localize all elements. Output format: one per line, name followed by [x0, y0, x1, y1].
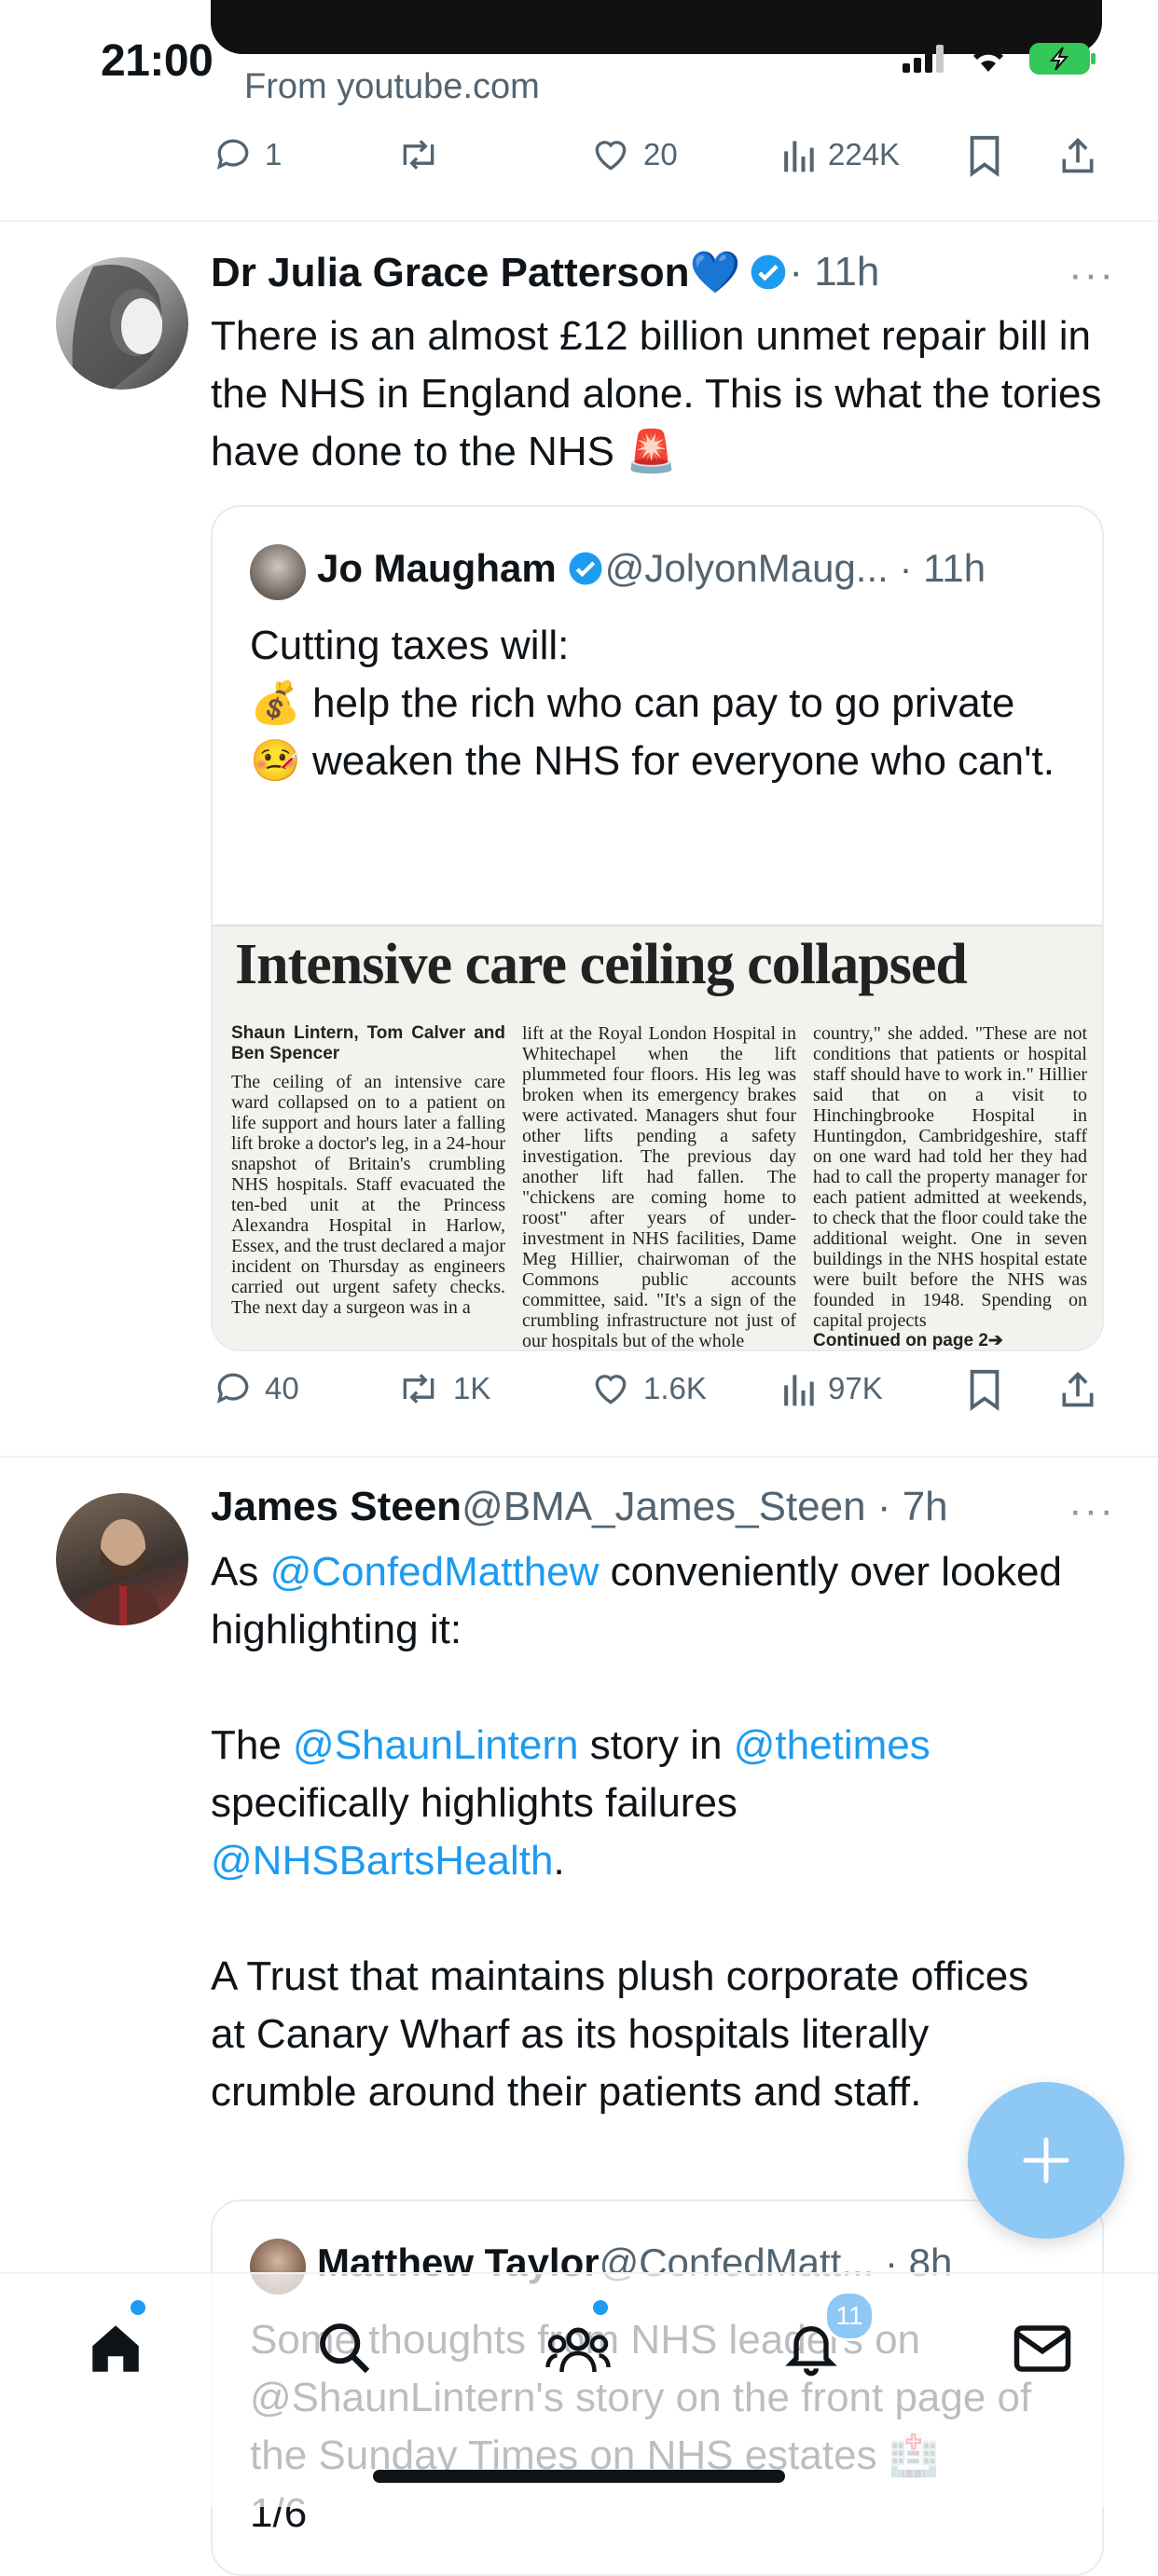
- wifi-icon: [968, 44, 1009, 72]
- tweet-text: The @ShaunLintern story in @thetimes spe…: [211, 1717, 1050, 1890]
- verified-icon: [569, 552, 602, 585]
- like-count: 20: [643, 137, 678, 171]
- share-icon: [1062, 1371, 1094, 1407]
- tab-communities[interactable]: [541, 2311, 615, 2386]
- retweet-count: 1K: [453, 1371, 491, 1405]
- reply-count: 40: [265, 1371, 299, 1405]
- bookmark-icon: [970, 1369, 999, 1411]
- home-indicator: [373, 2470, 785, 2483]
- like-button[interactable]: 1.6K: [589, 1368, 707, 1409]
- tweet-text: As @ConfedMatthew conveniently over look…: [211, 1543, 1068, 1659]
- mention-link[interactable]: @ShaunLintern: [293, 1722, 578, 1768]
- newspaper-headline: Intensive care ceiling collapsed: [235, 933, 968, 996]
- bookmark-icon: [970, 135, 999, 177]
- author-name[interactable]: James Steen: [211, 1484, 462, 1530]
- reply-icon: [216, 1373, 249, 1404]
- views-count: 224K: [828, 137, 901, 171]
- bookmark-button[interactable]: [966, 1368, 1003, 1411]
- search-icon: [320, 2323, 370, 2374]
- newspaper-columns: Shaun Lintern, Tom Calver and Ben Spence…: [231, 1023, 1087, 1351]
- tweet-text: A Trust that maintains plush corporate o…: [211, 1953, 1041, 2115]
- tab-search[interactable]: [308, 2311, 382, 2386]
- avatar-portrait: [82, 1519, 164, 1625]
- views-icon: [784, 141, 814, 172]
- mention-link[interactable]: @NHSBartsHealth: [211, 1838, 553, 1884]
- tweet-text: There is an almost £12 billion unmet rep…: [211, 313, 1113, 474]
- retweet-button[interactable]: [395, 134, 453, 175]
- newspaper-continued: Continued on page 2➔: [813, 1331, 1003, 1350]
- quote-header: Jo Maugham @JolyonMaug... · 11h: [317, 546, 986, 591]
- quote-tweet[interactable]: Jo Maugham @JolyonMaug... · 11h Cutting …: [211, 505, 1104, 1351]
- text-segment: .: [553, 1838, 565, 1884]
- signal-icon: [903, 45, 944, 73]
- reply-button[interactable]: 1: [213, 134, 282, 175]
- reply-icon: [216, 139, 249, 170]
- tab-home[interactable]: [78, 2311, 153, 2386]
- tweet-time: · 11h: [789, 249, 880, 295]
- avatar[interactable]: [56, 1493, 188, 1625]
- newspaper-image[interactable]: Intensive care ceiling collapsed Shaun L…: [213, 925, 1102, 1351]
- share-icon: [1062, 137, 1094, 173]
- like-icon: [595, 141, 627, 171]
- more-icon[interactable]: ···: [1068, 1487, 1115, 1534]
- tweet-divider: [0, 220, 1158, 222]
- retweet-button[interactable]: 1K: [395, 1368, 490, 1409]
- battery-icon: [1029, 43, 1096, 75]
- views-button[interactable]: 224K: [779, 134, 900, 175]
- like-icon: [595, 1375, 627, 1404]
- views-count: 97K: [828, 1371, 883, 1405]
- reply-count: 1: [265, 137, 283, 171]
- quote-handle-time: @JolyonMaug... · 11h: [604, 546, 986, 590]
- unread-dot: [593, 2300, 608, 2315]
- more-icon[interactable]: ···: [1068, 252, 1115, 298]
- tweet-header: James Steen @BMA_James_Steen · 7h: [211, 1484, 948, 1530]
- avatar-portrait: [72, 265, 162, 390]
- unread-dot: [131, 2300, 145, 2315]
- messages-icon: [1013, 2325, 1071, 2372]
- retweet-icon: [403, 1374, 434, 1404]
- newspaper-byline: Shaun Lintern, Tom Calver and Ben Spence…: [231, 1023, 505, 1063]
- retweet-icon: [403, 140, 434, 170]
- newspaper-text: country," she added. "These are not cond…: [813, 1023, 1087, 1331]
- tweet-actions: 1 20 224K: [213, 134, 1108, 190]
- newspaper-text: lift at the Royal London Hospital in Whi…: [522, 1023, 796, 1351]
- avatar[interactable]: [56, 257, 188, 390]
- like-button[interactable]: 20: [589, 134, 678, 175]
- tweet-actions: 40 1K 1.6K 97K: [213, 1368, 1108, 1424]
- notifications-badge: 11: [824, 2291, 875, 2341]
- compose-icon: [1023, 2137, 1069, 2184]
- tweet-divider: [0, 1456, 1158, 1458]
- avatar: [250, 544, 306, 600]
- author-name[interactable]: Dr Julia Grace Patterson💙: [211, 248, 740, 296]
- link-source[interactable]: From youtube.com: [244, 67, 540, 107]
- status-icons: [903, 43, 1096, 75]
- tab-messages[interactable]: [1005, 2311, 1080, 2386]
- quote-text: Cutting taxes will: 💰 help the rich who …: [250, 623, 1055, 784]
- compose-button[interactable]: [968, 2082, 1124, 2239]
- newspaper-column: Shaun Lintern, Tom Calver and Ben Spence…: [231, 1023, 505, 1350]
- text-segment: story in: [578, 1722, 734, 1768]
- share-button[interactable]: [1057, 134, 1098, 177]
- views-icon: [784, 1375, 814, 1406]
- verified-icon: [751, 254, 786, 290]
- status-time: 21:00: [101, 36, 214, 86]
- tweet-header: Dr Julia Grace Patterson💙 · 11h: [211, 248, 879, 296]
- home-icon: [92, 2325, 139, 2372]
- mention-link[interactable]: @ConfedMatthew: [270, 1549, 600, 1595]
- newspaper-column: lift at the Royal London Hospital in Whi…: [522, 1023, 796, 1351]
- newspaper-text: The ceiling of an intensive care ward co…: [231, 1072, 505, 1318]
- like-count: 1.6K: [643, 1371, 707, 1405]
- bookmark-button[interactable]: [966, 134, 1003, 177]
- author-handle-time: @BMA_James_Steen · 7h: [462, 1484, 948, 1529]
- views-button[interactable]: 97K: [779, 1368, 883, 1409]
- text-segment: The: [211, 1722, 294, 1768]
- share-button[interactable]: [1057, 1368, 1098, 1411]
- communities-icon: [545, 2327, 611, 2373]
- mention-link[interactable]: @thetimes: [734, 1722, 931, 1768]
- newspaper-column: country," she added. "These are not cond…: [813, 1023, 1087, 1350]
- reply-button[interactable]: 40: [213, 1368, 299, 1409]
- text-segment: As: [211, 1549, 270, 1595]
- quote-author-name: Jo Maugham: [317, 546, 557, 590]
